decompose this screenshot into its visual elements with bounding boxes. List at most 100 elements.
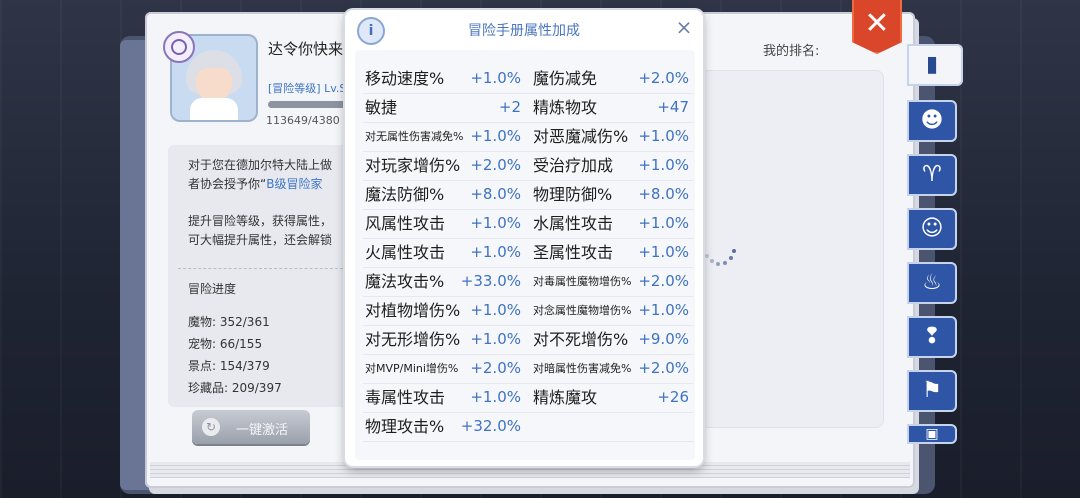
adventure-level: [冒险等级] Lv.S <box>268 82 347 95</box>
rank-badge-icon <box>163 31 195 63</box>
attribute-row: 移动速度% +1.0% 魔伤减免 +2.0% <box>363 64 693 94</box>
spinner-dot <box>732 249 736 253</box>
activate-all-label: 一键激活 <box>236 423 289 438</box>
attribute-value: +1.0% <box>470 388 521 406</box>
tab-cooking[interactable]: ♨ <box>907 262 957 304</box>
progress-scenery: 景点: 154/379 <box>188 359 270 373</box>
attribute-value: +33.0% <box>460 272 521 290</box>
attribute-value: +2.0% <box>638 69 689 87</box>
description-paragraph-1: 对于您在德加尔特大陆上做 者协会授予你“B级冒险家 <box>188 156 348 194</box>
chef-hat-icon: ♨ <box>922 270 942 295</box>
scenery-icon: ❢ <box>922 324 942 349</box>
activate-icon: ↻ <box>202 418 220 436</box>
attribute-label: 水属性攻击 <box>533 214 614 233</box>
attribute-label: 对无形增伤% <box>365 330 461 349</box>
exp-text: 113649/4380 <box>266 114 340 127</box>
close-icon: ✕ <box>864 6 890 41</box>
attribute-label: 魔伤减免 <box>533 69 598 88</box>
attribute-row: 对玩家增伤% +2.0% 受治疗加成 +1.0% <box>363 151 693 181</box>
attribute-value: +47 <box>657 98 689 116</box>
tab-pets[interactable]: ☺ <box>907 208 957 250</box>
attribute-value: +8.0% <box>638 185 689 203</box>
attribute-value: +2.0% <box>470 359 521 377</box>
horns-icon: ♈ <box>922 162 942 187</box>
attribute-value: +2.0% <box>638 272 689 290</box>
attribute-label: 对植物增伤% <box>365 301 461 320</box>
card-icon: ▣ <box>925 426 939 442</box>
progress-pets: 宠物: 66/155 <box>188 337 263 351</box>
player-name: 达令你快来 <box>268 40 344 58</box>
attribute-value: +1.0% <box>638 301 689 319</box>
attribute-label: 对恶魔减伤% <box>533 127 629 146</box>
rank-title-highlight: B级冒险家 <box>266 177 323 191</box>
rank-badge-core <box>171 39 187 55</box>
attribute-value: +2.0% <box>470 156 521 174</box>
my-rank-label: 我的排名: <box>763 44 820 59</box>
description-line: 对于您在德加尔特大陆上做 <box>188 158 333 172</box>
tab-book[interactable]: ▮ <box>907 44 963 86</box>
attribute-label: 受治疗加成 <box>533 156 614 175</box>
attribute-label: 移动速度% <box>365 69 445 88</box>
attribute-label: 物理防御% <box>533 185 613 204</box>
description-line: 可大幅提升属性，还会解锁 <box>188 233 333 247</box>
avatar-face <box>196 68 232 102</box>
attribute-row: 对无属性伤害减免% +1.0% 对恶魔减伤% +1.0% <box>363 122 693 152</box>
attribute-label: 精炼魔攻 <box>533 388 598 407</box>
pet-icon: ☺ <box>920 216 944 241</box>
attribute-label: 对MVP/Mini增伤% <box>365 362 459 375</box>
attribute-value: +1.0% <box>470 330 521 348</box>
attribute-value: +1.0% <box>638 243 689 261</box>
tab-monsters[interactable]: ☻ <box>907 100 957 142</box>
attribute-value: +9.0% <box>638 330 689 348</box>
attribute-value: +1.0% <box>470 301 521 319</box>
progress-monsters: 魔物: 352/361 <box>188 315 270 329</box>
tab-scenery[interactable]: ❢ <box>907 316 957 358</box>
attribute-label: 对无属性伤害减免% <box>365 130 464 143</box>
attribute-row: 风属性攻击 +1.0% 水属性攻击 +1.0% <box>363 209 693 239</box>
attribute-row: 敏捷 +2 精炼物攻 +47 <box>363 93 693 123</box>
attribute-row: 魔法攻击% +33.0% 对毒属性魔物增伤% +2.0% <box>363 267 693 297</box>
spinner-dot <box>723 261 727 265</box>
attribute-bonus-popup: i 冒险手册属性加成 ⨯ 移动速度% +1.0% 魔伤减免 +2.0% 敏捷 +2 精炼物攻… <box>345 10 703 466</box>
attribute-list[interactable]: 移动速度% +1.0% 魔伤减免 +2.0% 敏捷 +2 精炼物攻 +47 对无属性伤害减免% +… <box>355 50 695 460</box>
attribute-label: 物理攻击% <box>365 417 445 436</box>
tab-cards[interactable]: ▣ <box>907 424 957 444</box>
attribute-row: 物理攻击% +32.0% <box>363 412 693 442</box>
attribute-row: 对MVP/Mini增伤% +2.0% 对暗属性伤害减免% +2.0% <box>363 354 693 384</box>
monster-face-icon: ☻ <box>920 108 944 133</box>
attribute-label: 对念属性魔物增伤% <box>533 304 632 317</box>
avatar-body <box>190 98 238 120</box>
tab-equipment[interactable]: ♈ <box>907 154 957 196</box>
progress-collectibles: 珍藏品: 209/397 <box>188 381 282 395</box>
attribute-value: +1.0% <box>470 243 521 261</box>
attribute-row: 对植物增伤% +1.0% 对念属性魔物增伤% +1.0% <box>363 296 693 326</box>
divider <box>178 268 348 269</box>
attribute-value: +26 <box>657 388 689 406</box>
attribute-label: 精炼物攻 <box>533 98 598 117</box>
attribute-value: +2 <box>498 98 521 116</box>
progress-title: 冒险进度 <box>188 282 237 296</box>
description-line: 提升冒险等级，获得属性， <box>188 214 333 228</box>
attribute-label: 魔法攻击% <box>365 272 445 291</box>
attribute-value: +1.0% <box>470 69 521 87</box>
attribute-label: 火属性攻击 <box>365 243 446 262</box>
attribute-label: 风属性攻击 <box>365 214 446 233</box>
exp-bar <box>268 101 346 108</box>
attribute-label: 圣属性攻击 <box>533 243 614 262</box>
description-line: 者协会授予你“B级冒险家 <box>188 175 348 194</box>
attribute-row: 火属性攻击 +1.0% 圣属性攻击 +1.0% <box>363 238 693 268</box>
loading-spinner-icon <box>705 244 737 268</box>
tab-map[interactable]: ⚑ <box>907 370 957 412</box>
attribute-row: 对无形增伤% +1.0% 对不死增伤% +9.0% <box>363 325 693 355</box>
attribute-value: +2.0% <box>638 359 689 377</box>
map-icon: ⚑ <box>922 378 942 403</box>
attribute-value: +1.0% <box>470 214 521 232</box>
spinner-dot <box>716 262 720 266</box>
attribute-label: 对暗属性伤害减免% <box>533 362 632 375</box>
attribute-label: 毒属性攻击 <box>365 388 446 407</box>
exp-bar-fill <box>268 101 346 108</box>
activate-all-button[interactable]: ↻ 一键激活 <box>192 410 310 444</box>
attribute-value: +1.0% <box>638 156 689 174</box>
book-icon: ▮ <box>925 52 939 77</box>
popup-close-icon[interactable]: ⨯ <box>672 15 696 39</box>
